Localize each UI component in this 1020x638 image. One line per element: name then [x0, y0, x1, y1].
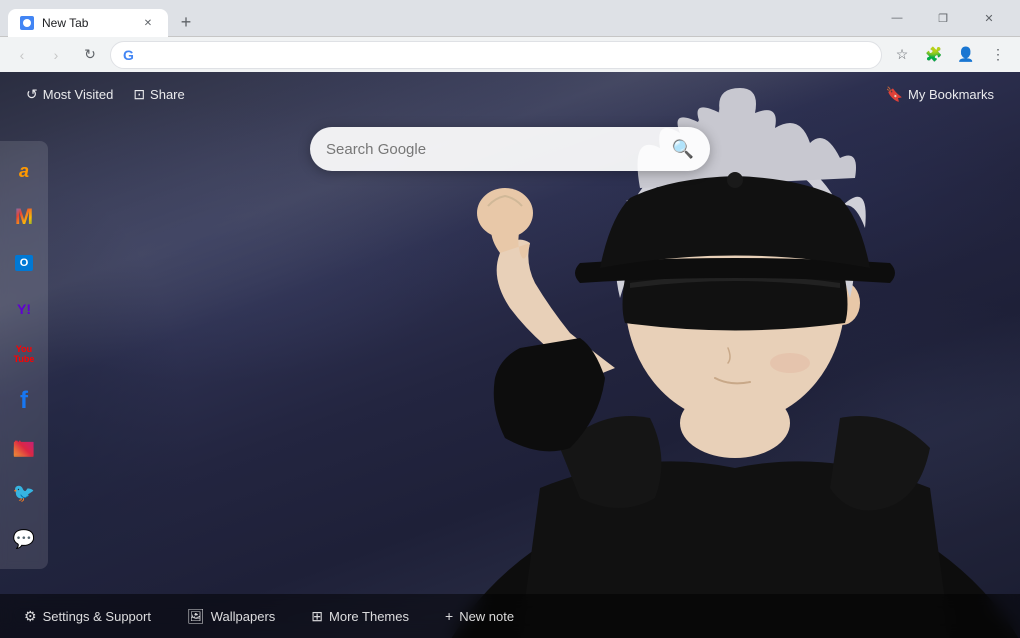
google-g-icon: G [123, 47, 134, 63]
new-note-button[interactable]: + New note [437, 604, 522, 628]
sidebar-item-outlook[interactable]: O [2, 241, 46, 285]
wallpapers-icon: 🖼 [187, 608, 205, 625]
outlook-icon: O [15, 255, 34, 271]
wallpapers-label: Wallpapers [211, 609, 276, 624]
left-sidebar: a M O Y! YouTube f 📷 🐦 [0, 141, 48, 569]
search-placeholder: Search Google [326, 141, 662, 158]
forward-button[interactable]: › [42, 41, 70, 69]
share-icon: ⊡ [133, 86, 145, 103]
settings-label: Settings & Support [43, 609, 151, 624]
tab-close-button[interactable]: ✕ [140, 15, 156, 31]
gmail-icon: M [15, 204, 33, 230]
twitter-icon: 🐦 [13, 483, 35, 504]
sidebar-item-twitter[interactable]: 🐦 [2, 471, 46, 515]
my-bookmarks-shortcut[interactable]: 🔖 My Bookmarks [876, 82, 1004, 107]
address-bar: ‹ › ↻ G ☆ 🧩 👤 ⋮ [0, 36, 1020, 72]
amazon-icon: a [19, 161, 29, 182]
facebook-icon: f [20, 387, 28, 415]
sidebar-item-youtube[interactable]: YouTube [2, 333, 46, 377]
tab-favicon [20, 16, 34, 30]
share-shortcut[interactable]: ⊡ Share [123, 82, 194, 107]
restore-button[interactable]: ❐ [920, 0, 966, 36]
settings-icon: ⚙ [24, 608, 37, 625]
shortcuts-bar: ↺ Most Visited ⊡ Share 🔖 My Bookmarks [0, 82, 1020, 107]
most-visited-label: Most Visited [43, 87, 114, 102]
url-bar[interactable]: G [110, 41, 882, 69]
back-button[interactable]: ‹ [8, 41, 36, 69]
most-visited-shortcut[interactable]: ↺ Most Visited [16, 82, 123, 107]
tab-strip: New Tab ✕ + [8, 0, 874, 36]
extensions-icon[interactable]: 🧩 [920, 41, 948, 69]
sidebar-item-facebook[interactable]: f [2, 379, 46, 423]
yahoo-icon: Y! [17, 301, 31, 317]
newnote-icon: + [445, 608, 453, 624]
whatsapp-icon: 💬 [13, 529, 35, 550]
sidebar-item-instagram[interactable]: 📷 [2, 425, 46, 469]
search-container: Search Google 🔍 [310, 127, 710, 171]
sidebar-item-amazon[interactable]: a [2, 149, 46, 193]
wallpapers-button[interactable]: 🖼 Wallpapers [179, 604, 283, 629]
minimize-button[interactable]: — [874, 0, 920, 36]
instagram-icon: 📷 [13, 437, 35, 458]
tab-title: New Tab [42, 16, 132, 30]
search-box[interactable]: Search Google 🔍 [310, 127, 710, 171]
sidebar-item-yahoo[interactable]: Y! [2, 287, 46, 331]
bottom-bar: ⚙ Settings & Support 🖼 Wallpapers ⊞ More… [0, 594, 1020, 638]
sidebar-item-gmail[interactable]: M [2, 195, 46, 239]
youtube-icon: YouTube [14, 345, 35, 365]
title-bar: New Tab ✕ + — ❐ ✕ [0, 0, 1020, 36]
bookmarks-icon: 🔖 [886, 86, 903, 103]
search-icon[interactable]: 🔍 [672, 139, 694, 160]
close-button[interactable]: ✕ [966, 0, 1012, 36]
active-tab[interactable]: New Tab ✕ [8, 9, 168, 37]
window-controls: — ❐ ✕ [874, 0, 1012, 36]
more-themes-button[interactable]: ⊞ More Themes [303, 604, 417, 629]
menu-icon[interactable]: ⋮ [984, 41, 1012, 69]
settings-support-button[interactable]: ⚙ Settings & Support [16, 604, 159, 629]
sidebar-item-whatsapp[interactable]: 💬 [2, 517, 46, 561]
refresh-button[interactable]: ↻ [76, 41, 104, 69]
newtab-content: ↺ Most Visited ⊡ Share 🔖 My Bookmarks Se… [0, 72, 1020, 638]
bookmarks-label: My Bookmarks [908, 87, 994, 102]
address-icons: ☆ 🧩 👤 ⋮ [888, 41, 1012, 69]
new-tab-button[interactable]: + [172, 8, 200, 36]
most-visited-icon: ↺ [26, 86, 38, 103]
newnote-label: New note [459, 609, 514, 624]
bookmark-star-icon[interactable]: ☆ [888, 41, 916, 69]
themes-icon: ⊞ [311, 608, 323, 625]
profile-icon[interactable]: 👤 [952, 41, 980, 69]
themes-label: More Themes [329, 609, 409, 624]
share-label: Share [150, 87, 185, 102]
chrome-window: New Tab ✕ + — ❐ ✕ ‹ › ↻ G ☆ 🧩 👤 ⋮ [0, 0, 1020, 638]
